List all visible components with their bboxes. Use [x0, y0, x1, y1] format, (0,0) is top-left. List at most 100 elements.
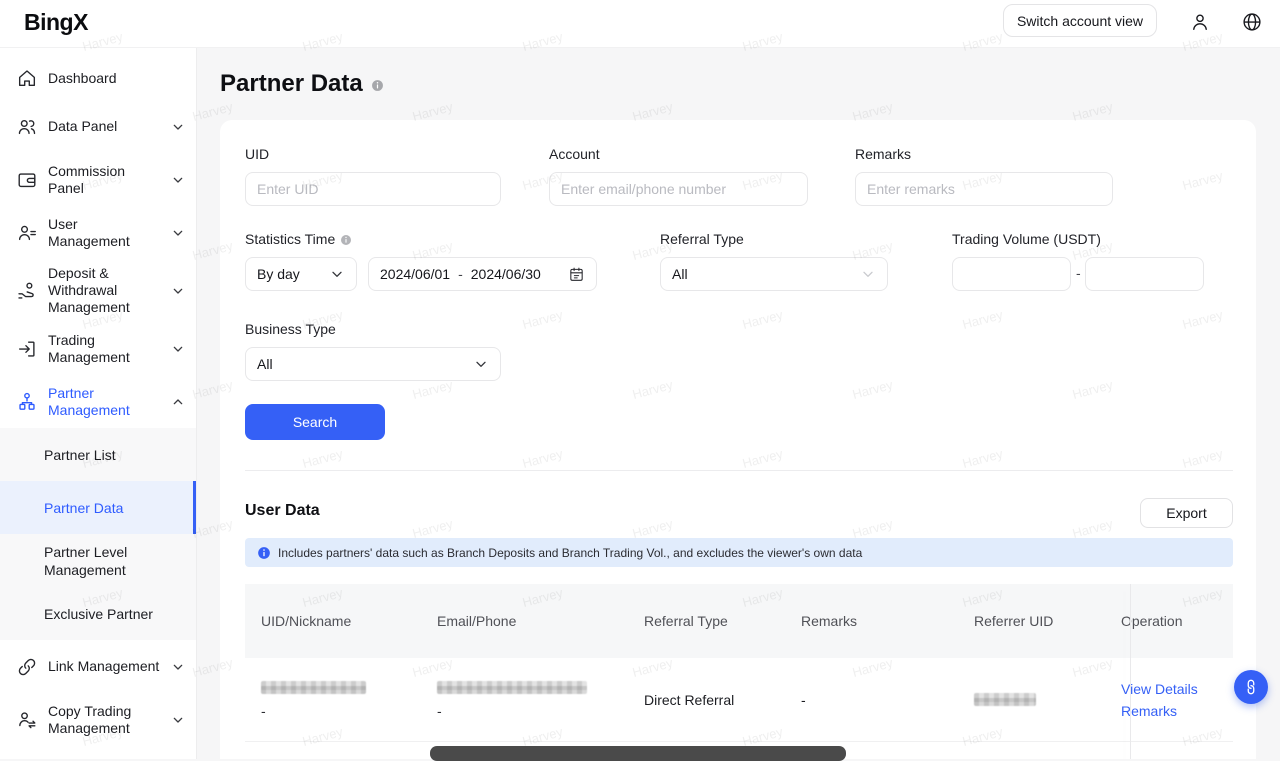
user-data-title: User Data [245, 502, 320, 520]
sticky-column-divider [1130, 584, 1131, 759]
account-input[interactable] [549, 172, 808, 206]
notice-banner: Includes partners' data such as Branch D… [245, 538, 1233, 567]
link-icon [16, 656, 38, 678]
page-title-text: Partner Data [220, 70, 363, 98]
switch-account-view-button[interactable]: Switch account view [1003, 4, 1157, 37]
sidebar-item-partner-management[interactable]: Partner Management [0, 375, 196, 428]
masked-email-value [437, 681, 587, 694]
main-content: Partner Data UID Account Remarks Statist… [197, 48, 1280, 759]
page-title: Partner Data [220, 70, 384, 98]
start-date: 2024/06/01 [380, 266, 450, 282]
sidebar-item-label: Data Panel [48, 118, 160, 135]
statistics-granularity-select[interactable]: By day [245, 257, 357, 291]
trading-volume-label: Trading Volume (USDT) [952, 231, 1101, 247]
sidebar-item-commission-panel[interactable]: Commission Panel [0, 153, 196, 206]
cell-referrer-uid [958, 658, 1105, 741]
user-account-icon[interactable] [1189, 11, 1211, 33]
search-button[interactable]: Search [245, 404, 385, 440]
account-label: Account [549, 146, 600, 162]
column-header-email-phone: Email/Phone [421, 584, 628, 658]
floating-link-button[interactable] [1234, 670, 1268, 704]
referral-type-value: All [672, 266, 860, 282]
cell-email-phone: - [421, 658, 628, 741]
referral-type-label: Referral Type [660, 231, 744, 247]
sidebar-item-link-management[interactable]: Link Management [0, 640, 196, 693]
chevron-down-icon [170, 119, 186, 135]
column-header-remarks: Remarks [785, 584, 958, 658]
remarks-link[interactable]: Remarks [1121, 700, 1221, 722]
sidebar-item-label: Commission Panel [48, 163, 160, 197]
referral-type-select[interactable]: All [660, 257, 888, 291]
table-header-row: UID/NicknameEmail/PhoneReferral TypeRema… [245, 584, 1233, 658]
sidebar-nav: Dashboard Data Panel Commission Panel User … [0, 48, 196, 759]
end-date: 2024/06/30 [471, 266, 541, 282]
calendar-icon [568, 266, 585, 283]
chevron-down-icon [860, 266, 876, 282]
sidebar-item-dashboard[interactable]: Dashboard [0, 56, 196, 100]
cell-remarks: - [785, 658, 958, 741]
business-type-value: All [257, 356, 473, 372]
remarks-label: Remarks [855, 146, 911, 162]
info-icon [257, 546, 271, 560]
section-divider [245, 470, 1233, 471]
user-data-table: UID/NicknameEmail/PhoneReferral TypeRema… [245, 584, 1233, 742]
info-icon[interactable] [371, 79, 384, 92]
statistics-time-label-text: Statistics Time [245, 231, 335, 247]
partner-icon [16, 391, 38, 413]
date-range-picker[interactable]: 2024/06/01 - 2024/06/30 [368, 257, 597, 291]
sidebar-item-deposit-withdrawal-management[interactable]: Deposit & Withdrawal Management [0, 259, 196, 322]
deposit-withdrawal-icon [16, 280, 38, 302]
trading-volume-max-input[interactable] [1085, 257, 1204, 291]
sidebar-item-user-management[interactable]: User Management [0, 206, 196, 259]
cell-referral-type: Direct Referral [628, 658, 785, 741]
language-globe-icon[interactable] [1241, 11, 1263, 33]
sidebar-item-copy-trading-management[interactable]: Copy Trading Management [0, 693, 196, 746]
view-details-link[interactable]: View Details [1121, 678, 1221, 700]
home-icon [16, 67, 38, 89]
sidebar-subitem-exclusive-partner[interactable]: Exclusive Partner [0, 587, 196, 640]
sidebar-subitem-partner-level-management[interactable]: Partner Level Management [0, 534, 196, 587]
partner-management-submenu: Partner ListPartner DataPartner Level Ma… [0, 428, 196, 640]
column-header-operation: Operation [1105, 584, 1233, 658]
bingx-logo: BingX [24, 9, 88, 36]
sidebar-item-data-panel[interactable]: Data Panel [0, 100, 196, 153]
sidebar-item-label: Link Management [48, 658, 160, 675]
masked-referrer-uid-value [974, 693, 1036, 706]
volume-range-separator: - [1076, 265, 1081, 281]
column-header-referral-type: Referral Type [628, 584, 785, 658]
remarks-input[interactable] [855, 172, 1113, 206]
sidebar-item-label: Dashboard [48, 70, 186, 87]
cell-uid-nickname: - [245, 658, 421, 741]
copy-trading-icon [16, 709, 38, 731]
sidebar-item-label: Trading Management [48, 332, 160, 366]
uid-input[interactable] [245, 172, 501, 206]
user-management-icon [16, 222, 38, 244]
notice-text: Includes partners' data such as Branch D… [278, 546, 862, 560]
top-header: BingX Switch account view [0, 0, 1280, 48]
sidebar: Dashboard Data Panel Commission Panel User … [0, 48, 197, 759]
sidebar-item-label: Deposit & Withdrawal Management [48, 265, 160, 316]
chevron-down-icon [170, 225, 186, 241]
link-icon [1240, 676, 1263, 699]
nickname-placeholder: - [261, 703, 409, 719]
phone-placeholder: - [437, 703, 616, 719]
chevron-up-icon [170, 394, 186, 410]
info-icon[interactable] [340, 234, 352, 246]
referral-type-cell-value: Direct Referral [644, 692, 773, 708]
business-type-label: Business Type [245, 321, 336, 337]
cell-operation: View DetailsRemarks [1105, 658, 1233, 741]
sidebar-item-label: Copy Trading Management [48, 703, 160, 737]
sidebar-subitem-partner-list[interactable]: Partner List [0, 428, 196, 481]
business-type-select[interactable]: All [245, 347, 501, 381]
masked-uid-value [261, 681, 366, 694]
data-panel-icon [16, 116, 38, 138]
sidebar-subitem-partner-data[interactable]: Partner Data [0, 481, 196, 534]
chevron-down-icon [329, 266, 345, 282]
granularity-value: By day [257, 266, 329, 282]
sidebar-item-trading-management[interactable]: Trading Management [0, 322, 196, 375]
sidebar-item-label: Partner Management [48, 385, 160, 419]
trading-volume-min-input[interactable] [952, 257, 1071, 291]
export-button[interactable]: Export [1140, 498, 1233, 528]
column-header-referrer-uid: Referrer UID [958, 584, 1105, 658]
sidebar-item-my-referral-page[interactable]: My Referral Page [0, 746, 196, 759]
